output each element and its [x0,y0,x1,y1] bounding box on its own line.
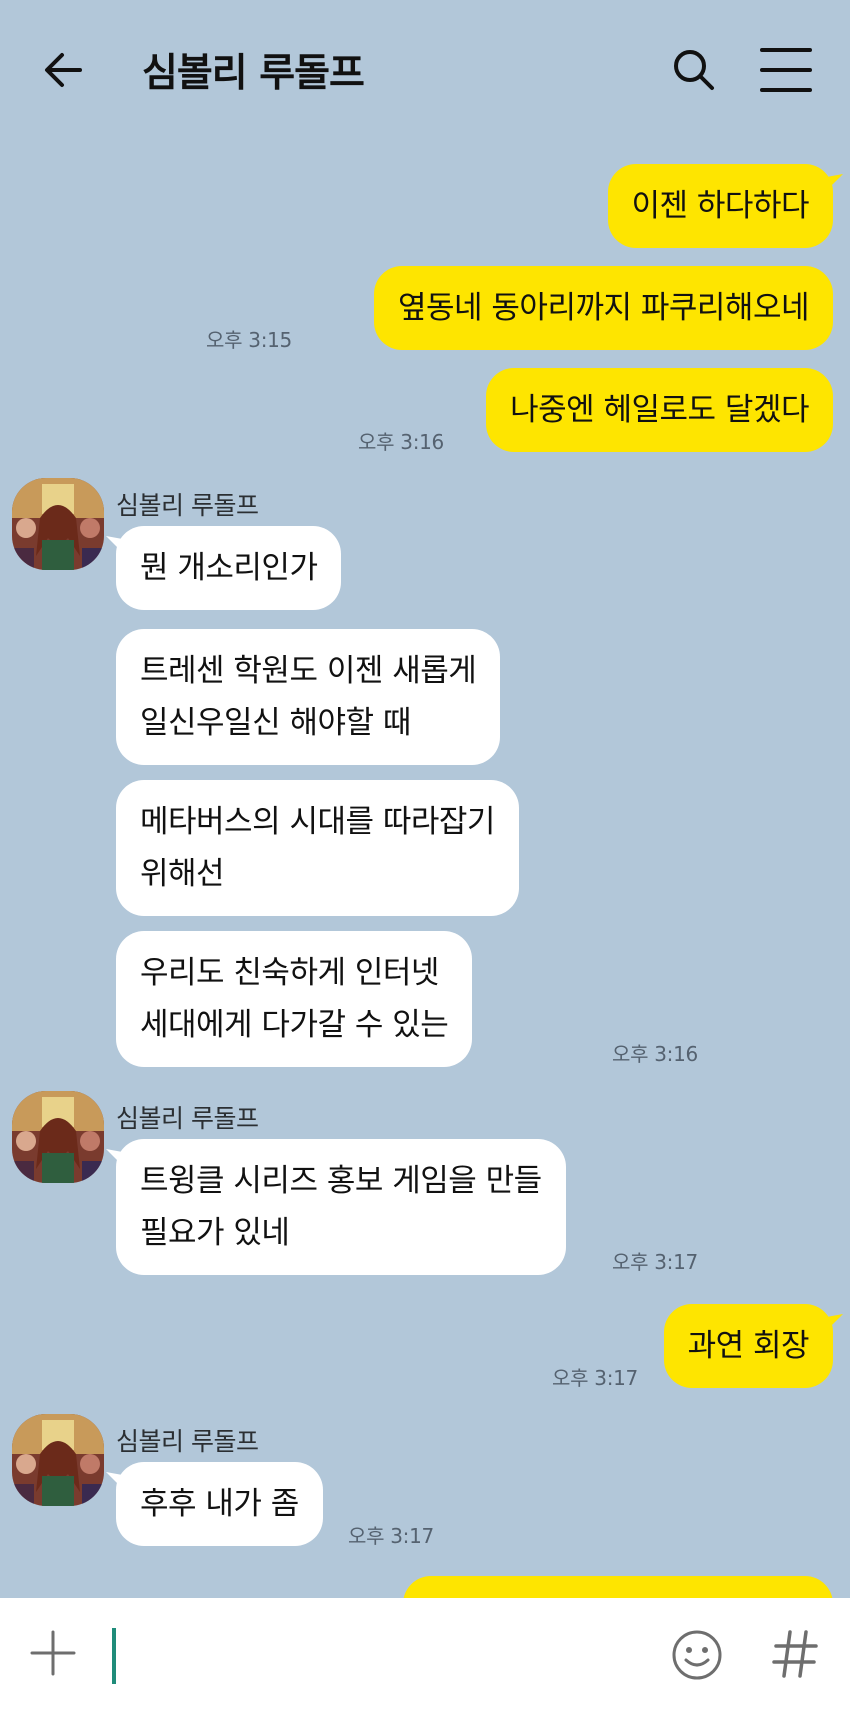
message-bubble-mine-partial[interactable] [403,1576,833,1598]
message-input-bar [0,1598,850,1713]
message-text: 나중엔 헤일로도 달겠다 [510,392,809,428]
message-text-line: 필요가 있네 [140,1215,290,1251]
profile-picture [12,478,104,570]
search-icon [674,50,714,90]
message-text: 옆동네 동아리까지 파쿠리해오네 [398,290,810,326]
message-text-line: 우리도 친숙하게 인터넷 [140,955,439,991]
message-bubble-other[interactable]: 트윙클 시리즈 홍보 게임을 만들 필요가 있네 [116,1139,566,1275]
attach-button[interactable] [28,1628,78,1678]
menu-button[interactable] [758,42,814,98]
message-text-line: 메타버스의 시대를 따라잡기 [140,804,495,840]
message-bubble-mine[interactable]: 과연 회장 [663,1304,833,1388]
message-bubble-mine[interactable]: 이젠 하다하다 [607,164,833,248]
message-time: 오후 3:16 [612,1042,698,1066]
message-text-line: 위해선 [140,856,225,892]
plus-icon [30,1630,76,1676]
profile-picture [12,1091,104,1183]
message-time: 오후 3:17 [612,1250,698,1274]
text-caret [112,1628,116,1684]
message-text-line: 트윙클 시리즈 홍보 게임을 만들 [140,1163,542,1199]
sender-name: 심볼리 루돌프 [116,491,259,520]
message-bubble-other[interactable]: 후후 내가 좀 [116,1462,323,1546]
sender-name: 심볼리 루돌프 [116,1427,259,1456]
message-bubble-mine[interactable]: 옆동네 동아리까지 파쿠리해오네 [374,266,833,350]
message-text-line: 세대에게 다가갈 수 있는 [140,1007,449,1043]
message-list[interactable]: 이젠 하다하다 옆동네 동아리까지 파쿠리해오네 오후 3:15 나중엔 헤일로… [0,140,850,1598]
avatar[interactable] [12,478,104,570]
message-time: 오후 3:15 [206,328,292,352]
avatar[interactable] [12,1414,104,1506]
hashtag-button[interactable] [770,1626,820,1682]
chat-header: 심볼리 루돌프 [0,0,850,140]
message-bubble-other[interactable]: 뭔 개소리인가 [116,526,342,610]
message-time: 오후 3:17 [348,1524,434,1548]
message-text: 뭔 개소리인가 [140,550,318,586]
message-text: 이젠 하다하다 [631,188,810,224]
message-bubble-other[interactable]: 우리도 친숙하게 인터넷 세대에게 다가갈 수 있는 [116,931,473,1067]
message-text-line: 일신우일신 해야할 때 [140,705,411,741]
message-text-line: 트레센 학원도 이젠 새롭게 [140,653,477,689]
arrow-left-icon [45,53,82,87]
message-bubble-mine[interactable]: 나중엔 헤일로도 달겠다 [486,368,833,452]
message-text: 과연 회장 [687,1328,810,1364]
message-bubble-other[interactable]: 메타버스의 시대를 따라잡기 위해선 [116,780,519,916]
chat-title: 심볼리 루돌프 [142,51,365,96]
hash-icon [772,1630,818,1678]
message-bubble-other[interactable]: 트레센 학원도 이젠 새롭게 일신우일신 해야할 때 [116,629,501,765]
message-time: 오후 3:17 [552,1366,638,1390]
message-text: 후후 내가 좀 [140,1486,299,1522]
hamburger-menu-icon [760,48,812,92]
search-button[interactable] [664,40,724,100]
emoji-icon [672,1630,722,1680]
emoji-button[interactable] [670,1628,724,1682]
avatar[interactable] [12,1091,104,1183]
message-input[interactable] [108,1626,648,1686]
profile-picture [12,1414,104,1506]
back-button[interactable] [40,40,100,100]
sender-name: 심볼리 루돌프 [116,1104,259,1133]
message-time: 오후 3:16 [358,430,444,454]
